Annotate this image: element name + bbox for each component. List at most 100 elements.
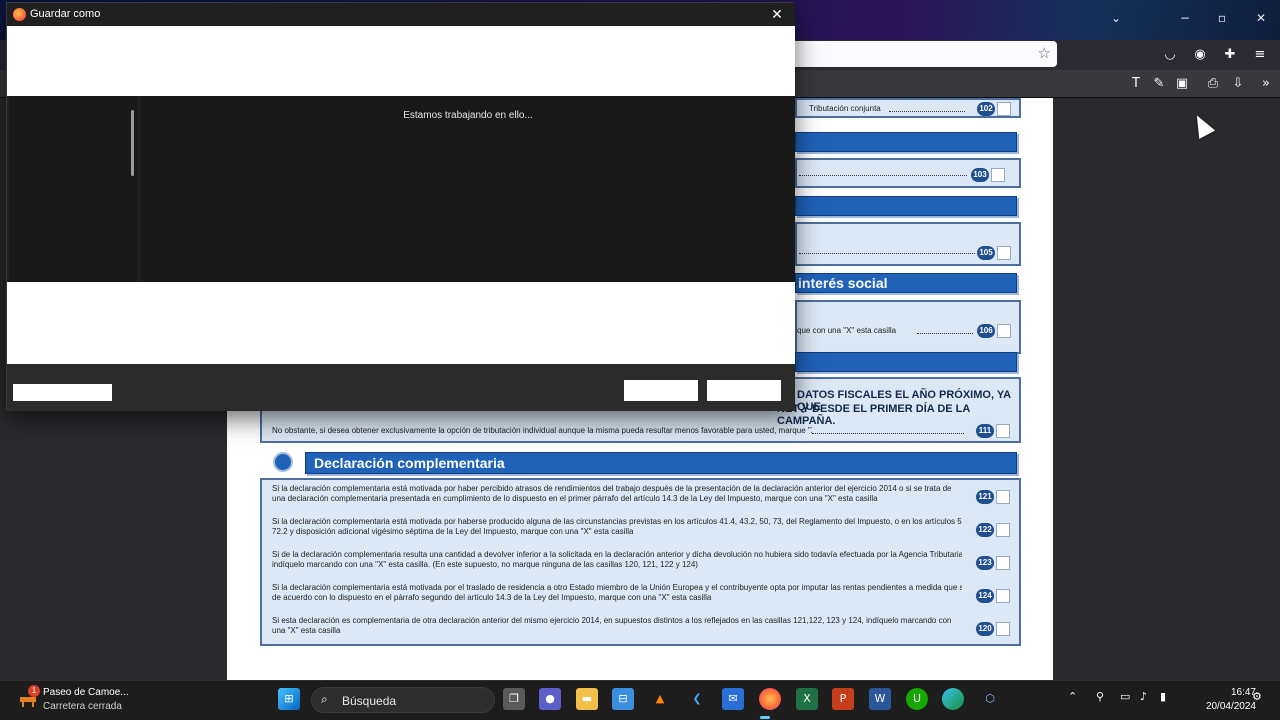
cell-number: 106: [977, 324, 995, 338]
dialog-header-area: [7, 26, 795, 96]
compl-row: Si esta declaración es complementaria de…: [272, 616, 962, 636]
cell-number: 120: [976, 622, 994, 636]
checkbox-124[interactable]: [996, 589, 1010, 603]
row-line-1: Si la declaración complementaria está mo…: [272, 517, 962, 526]
active-app-indicator: [760, 716, 770, 719]
package-icon[interactable]: ⬡: [979, 688, 1001, 710]
url-bar[interactable]: ☆: [790, 41, 1057, 67]
more-icon[interactable]: »: [1256, 74, 1276, 94]
section-header-declaracion-complementaria: Declaración complementaria: [305, 452, 1017, 474]
checkbox-120[interactable]: [996, 622, 1010, 636]
form-box-103: 103: [795, 158, 1021, 188]
form-box-complementaria: Si la declaración complementaria está mo…: [260, 478, 1021, 646]
upwork-icon[interactable]: U: [906, 688, 928, 710]
dialog-filename-area: [7, 282, 795, 364]
powerpoint-icon[interactable]: P: [832, 688, 854, 710]
text-icon[interactable]: T: [1126, 74, 1146, 94]
pocket-icon[interactable]: ◡: [1160, 45, 1180, 65]
show-hidden-icons-icon[interactable]: ⌃: [1068, 690, 1077, 703]
maximize-button[interactable]: ▫: [1210, 8, 1234, 28]
mail-icon[interactable]: ✉: [722, 688, 744, 710]
extensions-icon[interactable]: ✚: [1220, 45, 1240, 65]
clock-time[interactable]: 16:47: [1202, 687, 1256, 698]
image-icon[interactable]: ▣: [1172, 74, 1192, 94]
excel-icon[interactable]: X: [796, 688, 818, 710]
row-line-1: Si esta declaración es complementaria de…: [272, 616, 952, 625]
chat-icon[interactable]: ●: [539, 688, 561, 710]
checkbox-105[interactable]: [997, 246, 1011, 260]
clock-date[interactable]: 20/04/2024: [1188, 701, 1256, 712]
vscode-icon[interactable]: ❮: [686, 688, 708, 710]
cancel-button[interactable]: [707, 380, 781, 401]
row-line-2: 72.2 y disposición adicional vigésimo sé…: [272, 527, 634, 536]
cell-number: 105: [977, 246, 995, 260]
dotted-leader: [917, 326, 973, 334]
form-box-106: que con una "X" esta casilla 106: [795, 300, 1021, 354]
row-line-1: Si la declaración complementaria está mo…: [272, 484, 952, 493]
draw-icon[interactable]: ✎: [1149, 74, 1169, 94]
row-line-1: Si la declaración complementaria está mo…: [272, 583, 962, 592]
hide-folders-button[interactable]: [13, 384, 112, 401]
form-box-102: Tributación conjunta 102: [795, 98, 1021, 118]
search-box[interactable]: ⌕ Búsqueda: [311, 687, 495, 713]
notification-badge: 1: [28, 685, 40, 697]
menu-icon[interactable]: ≡: [1250, 45, 1270, 65]
dialog-title: Guardar como: [30, 8, 101, 20]
row-line-2: una declaración complementaria presentad…: [272, 494, 878, 503]
microphone-icon[interactable]: ⚲: [1096, 690, 1104, 703]
compl-row: Si la declaración complementaria está mo…: [272, 517, 962, 537]
minimize-button[interactable]: −: [1173, 8, 1197, 28]
tab-list-chevron-down-icon[interactable]: ⌄: [1104, 8, 1128, 28]
dotted-leader: [889, 104, 965, 112]
checkbox-111[interactable]: [996, 424, 1010, 438]
close-window-button[interactable]: ✕: [1249, 8, 1273, 28]
settings-gear-icon[interactable]: ⚙: [1252, 690, 1262, 703]
checkbox-106[interactable]: [997, 324, 1011, 338]
section-title: Declaración complementaria: [314, 455, 505, 471]
save-as-dialog: Guardar como ✕ Estamos trabajando en ell…: [6, 2, 795, 411]
cell-number: 111: [976, 424, 994, 438]
start-icon[interactable]: ⊞: [278, 688, 300, 710]
row-line-1: Si de la declaración complementaria resu…: [272, 550, 962, 559]
cell-number: 102: [977, 102, 995, 116]
dialog-file-list[interactable]: Estamos trabajando en ello...: [141, 96, 795, 282]
account-icon[interactable]: ◉: [1190, 45, 1210, 65]
task-view-icon[interactable]: ❐: [503, 688, 525, 710]
form-box-105: 105: [795, 222, 1021, 266]
dialog-title-bar: Guardar como ✕: [7, 3, 795, 26]
volume-icon[interactable]: ♪: [1140, 690, 1147, 703]
widget-subtitle[interactable]: Carretera cerrada: [43, 701, 122, 712]
close-icon[interactable]: ✕: [767, 5, 787, 25]
section-bullet-icon: [273, 452, 293, 472]
dialog-navigation-pane[interactable]: [9, 96, 137, 282]
save-icon[interactable]: ⇩: [1228, 74, 1248, 94]
compl-row: Si de la declaración complementaria resu…: [272, 550, 962, 570]
file-explorer-icon[interactable]: ▬: [576, 688, 598, 710]
battery-icon[interactable]: ▮: [1160, 690, 1166, 703]
compl-row: Si la declaración complementaria está mo…: [272, 484, 962, 504]
scrollbar-thumb[interactable]: [131, 110, 134, 176]
save-button[interactable]: [624, 380, 698, 401]
checkbox-121[interactable]: [996, 490, 1010, 504]
search-label: Búsqueda: [342, 694, 397, 708]
cell-number: 124: [976, 589, 994, 603]
row-line-2: indíquelo marcando con una "X" esta casi…: [272, 560, 698, 569]
checkbox-103[interactable]: [991, 168, 1005, 182]
section-header-bar: [795, 352, 1017, 372]
bookmark-star-icon[interactable]: ☆: [1038, 44, 1051, 62]
word-icon[interactable]: W: [869, 688, 891, 710]
store-icon[interactable]: ⊟: [612, 688, 634, 710]
vlc-icon[interactable]: ▲: [649, 688, 671, 710]
search-icon: ⌕: [321, 692, 328, 706]
row-line-2: una "X" esta casilla: [272, 626, 341, 635]
network-icon[interactable]: ▭: [1120, 690, 1130, 703]
checkbox-122[interactable]: [996, 523, 1010, 537]
checkbox-123[interactable]: [996, 556, 1010, 570]
firefox-icon: [13, 8, 26, 21]
print-icon[interactable]: ⎙: [1203, 74, 1223, 94]
checkbox-102[interactable]: [997, 102, 1011, 116]
firefox-icon[interactable]: [759, 688, 781, 710]
edge-icon[interactable]: [942, 688, 964, 710]
cell-number: 122: [976, 523, 994, 537]
widget-title[interactable]: Paseo de Camoe...: [43, 687, 129, 698]
